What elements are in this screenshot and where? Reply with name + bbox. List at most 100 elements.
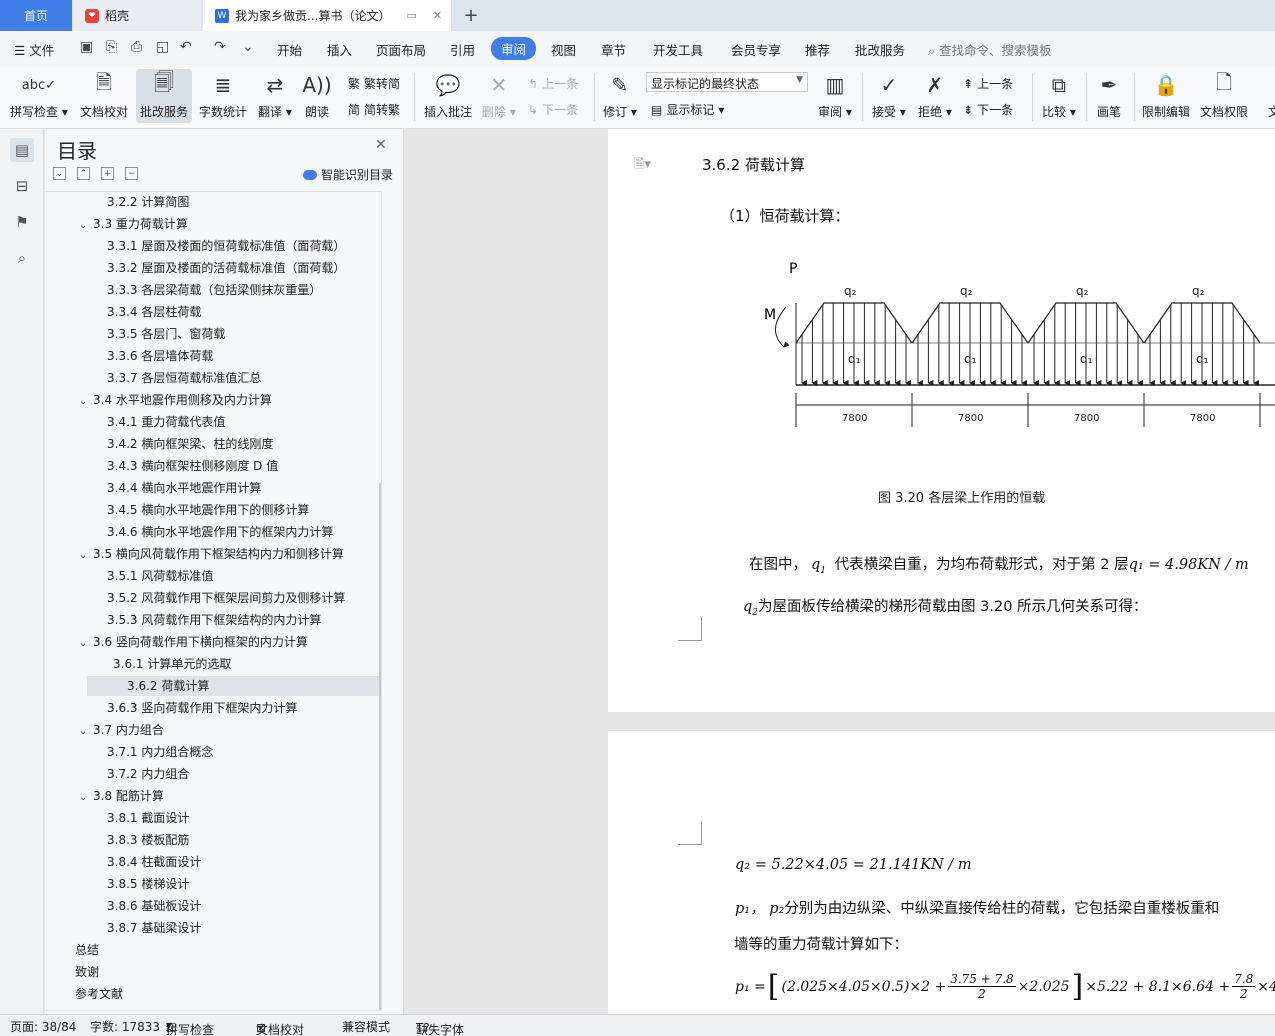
chevron-down-icon[interactable]: ⌄ xyxy=(79,722,93,742)
show-markup-button[interactable]: ▤ 显示标记 ▾ xyxy=(651,101,724,118)
toc-item[interactable]: ⌄ 3.6 竖向荷载作用下横向框架的内力计算 xyxy=(79,632,308,652)
toc-item[interactable]: 3.2.2 计算简图 xyxy=(107,192,189,212)
doc-permission-button[interactable]: 🗋 文档权限 xyxy=(1200,70,1248,120)
toc-item[interactable]: 3.3.1 屋面及楼面的恒荷载标准值（面荷载） xyxy=(107,236,345,256)
menu-member[interactable]: 会员专享 xyxy=(731,40,781,59)
quick-menu-icon[interactable]: ⌄ xyxy=(242,39,258,57)
toc-item[interactable]: 3.8.7 基础梁设计 xyxy=(107,918,201,938)
reject-button[interactable]: ✗ 拒绝 ▾ xyxy=(918,71,952,120)
search-icon[interactable]: ⌕ xyxy=(10,246,34,270)
word-count[interactable]: 字数: 17833 xyxy=(90,1018,160,1035)
toc-item[interactable]: 3.3.6 各层墙体荷载 xyxy=(107,346,213,366)
prev-change-button[interactable]: ⇞ 上一条 xyxy=(963,75,1013,92)
toc-item[interactable]: 3.3.3 各层梁荷载（包括梁侧抹灰重量） xyxy=(107,280,321,300)
close-icon[interactable]: ✕ xyxy=(375,137,387,153)
restrict-edit-button[interactable]: 🔒 限制编辑 xyxy=(1142,71,1190,120)
toc-item[interactable]: 3.4.5 横向水平地震作用下的侧移计算 xyxy=(107,500,309,520)
review-pane-button[interactable]: ▥ 审阅 ▾ xyxy=(818,71,852,120)
menu-view[interactable]: 视图 xyxy=(551,40,576,59)
print-preview-icon[interactable]: ◱ xyxy=(156,39,172,57)
menu-insert[interactable]: 插入 xyxy=(327,40,352,59)
toc-item[interactable]: 3.6.3 竖向荷载作用下框架内力计算 xyxy=(107,698,297,718)
menu-recommend[interactable]: 推荐 xyxy=(805,40,830,59)
chevron-down-icon[interactable]: ⌄ xyxy=(79,216,93,236)
delete-comment-button[interactable]: ✕ 删除 ▾ xyxy=(482,71,516,120)
toc-item[interactable]: 3.4.2 横向框架梁、柱的线刚度 xyxy=(107,434,273,454)
chevron-down-icon[interactable]: ⌄ xyxy=(79,788,93,808)
toc-item[interactable]: 3.3.2 屋面及楼面的活荷载标准值（面荷载） xyxy=(107,258,345,278)
menu-start[interactable]: 开始 xyxy=(277,40,302,59)
bookmark-icon[interactable]: ⚑ xyxy=(10,210,34,234)
tab-home[interactable]: 首页 xyxy=(0,0,72,31)
export-icon[interactable]: ⎘ xyxy=(106,39,122,57)
toc-item[interactable]: 3.8.3 楼板配筋 xyxy=(107,830,189,850)
close-tab-icon[interactable]: ✕ xyxy=(433,9,442,22)
chevron-down-icon[interactable]: ⌄ xyxy=(79,546,93,566)
track-changes-button[interactable]: ✎ 修订 ▾ xyxy=(603,71,637,120)
toc-scrollbar[interactable] xyxy=(379,482,381,1010)
page-indicator[interactable]: 页面: 38/84 xyxy=(10,1018,76,1035)
expand-all-icon[interactable]: + xyxy=(101,167,114,180)
new-tab-button[interactable]: + xyxy=(460,0,482,31)
chevron-down-icon[interactable]: ⌄ xyxy=(79,634,93,654)
smart-toc-button[interactable]: 智能识别目录 xyxy=(303,166,393,183)
toc-item[interactable]: 3.4.1 重力荷载代表值 xyxy=(107,412,225,432)
menu-correction[interactable]: 批改服务 xyxy=(855,40,905,59)
translate-button[interactable]: ⇄ 翻译 ▾ xyxy=(258,71,292,120)
toc-item[interactable]: 3.3.4 各层柱荷载 xyxy=(107,302,201,322)
read-aloud-button[interactable]: A)) 朗读 xyxy=(302,71,331,120)
accept-button[interactable]: ✓ 接受 ▾ xyxy=(872,71,906,120)
save-icon[interactable]: ▣ xyxy=(80,39,96,57)
toc-item[interactable]: 3.8.1 截面设计 xyxy=(107,808,189,828)
toc-item[interactable]: 3.4.6 横向水平地震作用下的框架内力计算 xyxy=(107,522,333,542)
toc-item[interactable]: 3.8.4 柱截面设计 xyxy=(107,852,201,872)
next-comment-button[interactable]: ↳ 下一条 xyxy=(528,101,578,118)
toc-item[interactable]: 3.5.2 风荷载作用下框架层间剪力及侧移计算 xyxy=(107,588,345,608)
simp-to-trad-button[interactable]: 简简转繁 xyxy=(348,101,400,118)
toc-item[interactable]: ⌄ 3.5 横向风荷载作用下框架结构内力和侧移计算 xyxy=(79,544,344,564)
toc-item[interactable]: 3.4.3 横向框架柱侧移刚度 D 值 xyxy=(107,456,278,476)
toc-item[interactable]: 3.3.7 各层恒荷载标准值汇总 xyxy=(107,368,261,388)
review-service-button[interactable]: 🗐 批改服务 xyxy=(136,69,193,123)
toc-item[interactable]: 总结 xyxy=(75,940,99,960)
insert-comment-button[interactable]: 💬 插入批注 xyxy=(424,71,472,120)
doc-proofread-button[interactable]: 🗎 文档校对 xyxy=(80,70,128,120)
print-icon[interactable]: ⎙ xyxy=(131,39,147,57)
trad-to-simp-button[interactable]: 繁繁转简 xyxy=(348,75,400,92)
toc-item[interactable]: ⌄ 3.3 重力荷载计算 xyxy=(79,214,188,234)
status-spellcheck[interactable]: ☑ 拼写检查 ▾ xyxy=(166,1018,214,1036)
window-icon[interactable]: ▭ xyxy=(406,9,416,22)
menu-layout[interactable]: 页面布局 xyxy=(376,40,426,59)
toc-item[interactable]: ⌄ 3.7 内力组合 xyxy=(79,720,164,740)
menu-reference[interactable]: 引用 xyxy=(450,40,475,59)
command-search[interactable]: ⌕ 查找命令、搜索模板 xyxy=(928,40,1052,59)
more-ribbon-button[interactable]: 文 xyxy=(1261,71,1275,120)
paragraph-icon[interactable]: 🗎▾ xyxy=(634,155,651,177)
chapter-nav-icon[interactable]: ⊟ xyxy=(10,174,34,198)
spellcheck-button[interactable]: abc✓ 拼写检查 ▾ xyxy=(10,71,68,120)
toc-panel-icon[interactable]: ▤ xyxy=(10,138,34,162)
expand-level-icon[interactable]: ⌃ xyxy=(77,167,90,180)
tab-daoke[interactable]: ❤ 稻壳 xyxy=(73,0,201,31)
toc-item[interactable]: 3.8.6 基础板设计 xyxy=(107,896,201,916)
menu-devtools[interactable]: 开发工具 xyxy=(653,40,703,59)
wordcount-button[interactable]: ≣ 字数统计 xyxy=(199,71,247,120)
toc-item[interactable]: 3.5.1 风荷载标准值 xyxy=(107,566,213,586)
pen-button[interactable]: ✒ 画笔 xyxy=(1096,71,1122,120)
redo-icon[interactable]: ↷ xyxy=(214,39,230,57)
tab-document[interactable]: W 我为家乡做贡...算书（论文） ▭ ✕ xyxy=(203,0,451,31)
toc-item[interactable]: 3.3.5 各层门、窗荷载 xyxy=(107,324,225,344)
collapse-all-icon[interactable]: − xyxy=(125,167,138,180)
toc-item[interactable]: 3.5.3 风荷载作用下框架结构的内力计算 xyxy=(107,610,321,630)
compare-button[interactable]: ⧉ 比较 ▾ xyxy=(1042,71,1076,120)
chevron-down-icon[interactable]: ⌄ xyxy=(79,392,93,412)
collapse-level-icon[interactable]: ⌄ xyxy=(53,167,66,180)
markup-state-select[interactable]: 显示标记的最终状态 ▼ xyxy=(646,72,808,92)
toc-item[interactable]: ⌄ 3.8 配筋计算 xyxy=(79,786,164,806)
toc-item[interactable]: 参考文献 xyxy=(75,984,123,1004)
toc-item[interactable]: 致谢 xyxy=(75,962,99,982)
menu-chapter[interactable]: 章节 xyxy=(601,40,626,59)
toc-item[interactable]: 3.8.5 楼梯设计 xyxy=(107,874,189,894)
toc-item[interactable]: 3.6.2 荷载计算 xyxy=(87,676,379,696)
menu-file[interactable]: ☰ 文件 xyxy=(14,40,54,59)
